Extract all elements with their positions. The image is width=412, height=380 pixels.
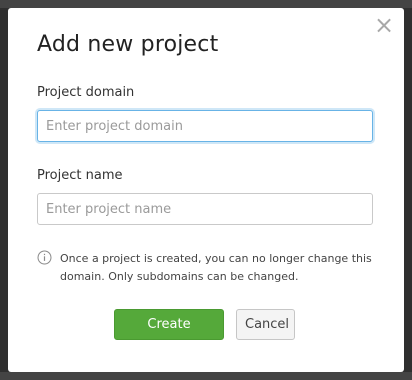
domain-change-notice: Once a project is created, you can no lo… (60, 252, 372, 283)
project-name-input[interactable] (37, 193, 373, 225)
cancel-button[interactable]: Cancel (236, 309, 295, 340)
project-domain-input[interactable] (37, 110, 373, 142)
dialog-title: Add new project (37, 32, 219, 57)
create-project-button[interactable]: Create project (114, 309, 224, 361)
project-domain-label: Project domain (37, 85, 135, 100)
project-name-label: Project name (37, 168, 123, 183)
info-icon (37, 250, 52, 265)
add-project-dialog: × Add new project Project domain Project… (8, 8, 404, 372)
backdrop-strip-top (0, 0, 412, 8)
close-icon[interactable]: × (374, 13, 394, 37)
backdrop-strip-bottom (0, 372, 412, 380)
